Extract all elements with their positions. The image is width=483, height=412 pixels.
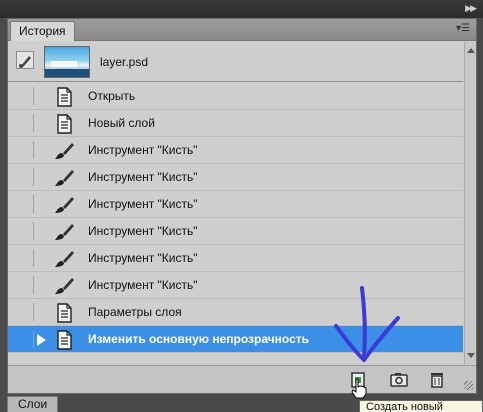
brush-icon xyxy=(52,248,76,270)
vertical-scrollbar[interactable] xyxy=(464,42,476,364)
history-state-row[interactable]: Инструмент "Кисть" xyxy=(8,191,463,218)
document-icon xyxy=(52,302,76,324)
history-state-label: Параметры слоя xyxy=(88,305,182,319)
panel-menu-icon[interactable]: ▾☰ xyxy=(456,23,470,34)
history-state-label: Новый слой xyxy=(88,116,155,130)
brush-icon xyxy=(52,194,76,216)
hand-cursor-icon xyxy=(351,378,367,399)
document-icon xyxy=(52,113,76,135)
brush-icon xyxy=(52,167,76,189)
document-icon xyxy=(52,86,76,108)
new-snapshot-icon[interactable] xyxy=(388,370,410,390)
history-brush-source-checkbox[interactable] xyxy=(16,141,34,159)
history-state-label: Инструмент "Кисть" xyxy=(88,224,198,238)
history-brush-source-checkbox[interactable] xyxy=(16,330,34,348)
snapshot-thumbnail xyxy=(44,46,90,78)
state-slider-marker-icon[interactable] xyxy=(37,334,46,346)
history-state-row[interactable]: Изменить основную непрозрачность xyxy=(8,326,463,353)
brush-icon xyxy=(52,221,76,243)
history-brush-source-icon[interactable] xyxy=(16,51,34,69)
panel-dock-bar: ▶▶ xyxy=(0,0,483,18)
history-state-row[interactable]: Инструмент "Кисть" xyxy=(8,218,463,245)
history-state-label: Инструмент "Кисть" xyxy=(88,170,198,184)
panel-tabstrip: История ▾☰ xyxy=(8,19,476,41)
brush-icon xyxy=(52,275,76,297)
history-state-row[interactable]: Инструмент "Кисть" xyxy=(8,137,463,164)
scroll-down-icon[interactable] xyxy=(467,353,475,358)
history-brush-source-checkbox[interactable] xyxy=(16,276,34,294)
history-panel: История ▾☰ layer.psd Открыть Новый слой Ин… xyxy=(7,18,477,394)
history-brush-source-checkbox[interactable] xyxy=(16,195,34,213)
trash-icon[interactable] xyxy=(426,370,448,390)
history-state-row[interactable]: Новый слой xyxy=(8,110,463,137)
history-brush-source-checkbox[interactable] xyxy=(16,87,34,105)
tab-history[interactable]: История xyxy=(10,21,75,41)
history-state-row[interactable]: Инструмент "Кисть" xyxy=(8,245,463,272)
history-state-row[interactable]: Открыть xyxy=(8,83,463,110)
brush-icon xyxy=(52,140,76,162)
history-list: Открыть Новый слой Инструмент "Кисть" Инстр… xyxy=(8,83,463,353)
history-brush-source-checkbox[interactable] xyxy=(16,168,34,186)
history-brush-source-checkbox[interactable] xyxy=(16,222,34,240)
history-state-label: Инструмент "Кисть" xyxy=(88,251,198,265)
tab-layers[interactable]: Слои xyxy=(7,396,59,412)
resize-grip[interactable] xyxy=(464,381,473,390)
snapshot-name: layer.psd xyxy=(100,55,149,69)
history-state-label: Инструмент "Кисть" xyxy=(88,197,198,211)
history-state-row[interactable]: Параметры слоя xyxy=(8,299,463,326)
tooltip: Создать новый xyxy=(359,400,483,412)
history-brush-source-checkbox[interactable] xyxy=(16,249,34,267)
history-state-label: Инструмент "Кисть" xyxy=(88,143,198,157)
snapshot-row[interactable]: layer.psd xyxy=(8,42,463,82)
scroll-up-icon[interactable] xyxy=(467,48,475,53)
panel-footer xyxy=(8,365,476,393)
history-brush-source-checkbox[interactable] xyxy=(16,114,34,132)
history-brush-source-checkbox[interactable] xyxy=(16,303,34,321)
history-state-row[interactable]: Инструмент "Кисть" xyxy=(8,272,463,299)
history-state-label: Инструмент "Кисть" xyxy=(88,278,198,292)
double-arrow-right-icon[interactable]: ▶▶ xyxy=(465,3,477,14)
history-state-label: Изменить основную непрозрачность xyxy=(88,332,310,346)
document-icon xyxy=(52,329,76,351)
history-state-label: Открыть xyxy=(88,89,136,103)
history-state-row[interactable]: Инструмент "Кисть" xyxy=(8,164,463,191)
